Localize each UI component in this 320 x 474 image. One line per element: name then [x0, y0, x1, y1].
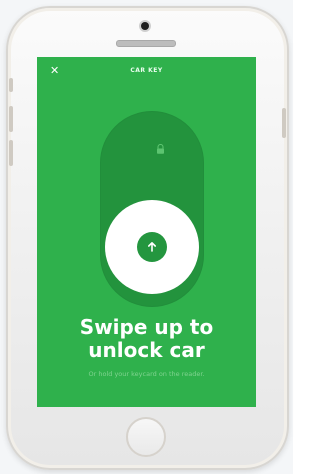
keycard-hint: Or hold your keycard on the reader.: [88, 370, 205, 378]
unlock-instruction-heading: Swipe up to unlock car: [37, 316, 256, 362]
page-title: CAR KEY: [130, 67, 163, 74]
front-camera: [141, 22, 149, 30]
mute-switch: [9, 78, 13, 92]
volume-down-button: [9, 140, 13, 166]
device-mockup: ✕ CAR KEY Swipe up to unlock car Or hold…: [0, 0, 293, 474]
headline-line-1: Swipe up to: [79, 315, 214, 339]
headline-line-2: unlock car: [88, 338, 205, 362]
volume-up-button: [9, 106, 13, 132]
earpiece-speaker: [116, 40, 176, 47]
power-button: [282, 108, 286, 138]
car-key-screen: ✕ CAR KEY Swipe up to unlock car Or hold…: [37, 57, 256, 407]
home-button[interactable]: [126, 417, 166, 457]
lock-icon: [157, 144, 164, 154]
arrow-up-icon[interactable]: [137, 232, 167, 262]
